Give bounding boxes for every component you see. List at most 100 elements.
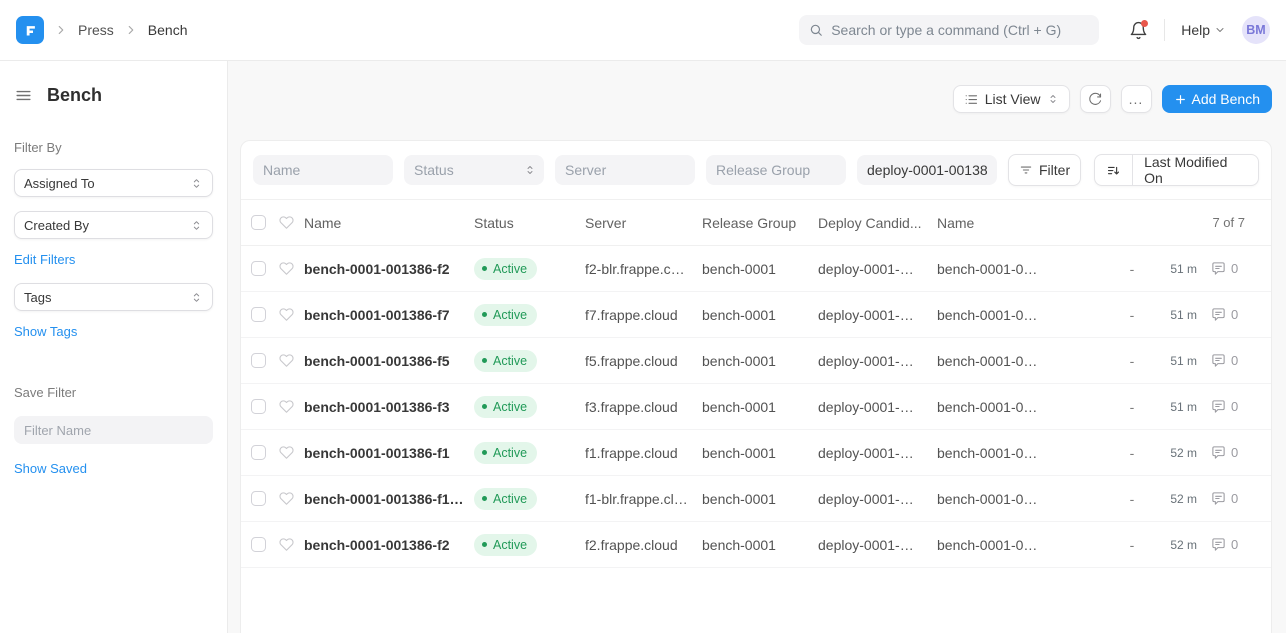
server-cell: f5.frappe.cloud [585,353,702,369]
bench-name[interactable]: bench-0001-001386-f7 [304,307,474,323]
comments-cell[interactable]: 0 [1197,537,1255,552]
plus-icon [1174,93,1187,106]
table-row[interactable]: bench-0001-001386-f2 Active f2-blr.frapp… [241,246,1271,292]
filter-sort-cluster: Filter Last Modified On [1008,154,1259,186]
row-checkbox[interactable] [251,445,266,460]
row-checkbox[interactable] [251,261,266,276]
release-group-cell: bench-0001 [702,353,818,369]
bench-name[interactable]: bench-0001-001386-f2 [304,261,474,277]
tags-select[interactable]: Tags [14,283,213,311]
chevron-updown-icon [190,219,203,232]
table-row[interactable]: bench-0001-001386-f7 Active f7.frappe.cl… [241,292,1271,338]
favorite-heart-icon[interactable] [279,445,304,460]
favorite-heart-icon[interactable] [279,491,304,506]
server-cell: f3.frappe.cloud [585,399,702,415]
assignee-dash-cell: - [1130,399,1135,415]
release-group-cell: bench-0001 [702,445,818,461]
row-checkbox[interactable] [251,537,266,552]
chevron-updown-icon [190,177,203,190]
bench-name[interactable]: bench-0001-001386-f1… [304,491,474,507]
comments-cell[interactable]: 0 [1197,353,1255,368]
name2-cell: bench-0001-0… [937,399,1117,415]
comment-count: 0 [1231,261,1238,276]
favorite-heart-icon[interactable] [279,307,304,322]
status-badge: Active [474,534,537,556]
bench-name[interactable]: bench-0001-001386-f3 [304,399,474,415]
hamburger-icon [14,86,33,105]
last-modified-cell: 52 m [1170,538,1197,552]
filter-button[interactable]: Filter [1008,154,1081,186]
edit-filters-link[interactable]: Edit Filters [14,252,75,267]
user-avatar[interactable]: BM [1242,16,1270,44]
server-cell: f1.frappe.cloud [585,445,702,461]
comment-count: 0 [1231,491,1238,506]
release-group-filter-input[interactable] [706,155,846,185]
comments-cell[interactable]: 0 [1197,399,1255,414]
column-header-deploy-candidate: Deploy Candid... [818,215,937,231]
name2-cell: bench-0001-0… [937,445,1117,461]
notifications-button[interactable] [1129,21,1148,40]
help-menu[interactable]: Help [1181,22,1226,38]
status-dot-icon [482,358,487,363]
comments-cell[interactable]: 0 [1197,445,1255,460]
show-tags-link[interactable]: Show Tags [14,324,77,339]
breadcrumb-bench[interactable]: Bench [148,22,188,38]
status-cell: Active [474,534,585,556]
status-cell: Active [474,488,585,510]
favorite-heart-icon[interactable] [279,353,304,368]
release-group-cell: bench-0001 [702,399,818,415]
comments-cell[interactable]: 0 [1197,261,1255,276]
assignee-dash-cell: - [1130,537,1135,553]
add-bench-button[interactable]: Add Bench [1162,85,1273,113]
created-by-select[interactable]: Created By [14,211,213,239]
show-saved-link[interactable]: Show Saved [14,461,87,476]
server-cell: f2.frappe.cloud [585,537,702,553]
row-checkbox[interactable] [251,491,266,506]
assignee-dash-cell: - [1130,445,1135,461]
row-checkbox[interactable] [251,353,266,368]
deploy-candidate-cell: deploy-0001-… [818,399,937,415]
sort-button[interactable]: Last Modified On [1094,154,1259,186]
favorite-heart-icon[interactable] [279,399,304,414]
select-all-checkbox[interactable] [251,215,266,230]
table-row[interactable]: bench-0001-001386-f5 Active f5.frappe.cl… [241,338,1271,384]
deploy-candidate-filter-input[interactable] [857,155,997,185]
bench-name[interactable]: bench-0001-001386-f2 [304,537,474,553]
comments-cell[interactable]: 0 [1197,307,1255,322]
command-search[interactable] [799,15,1099,45]
name2-cell: bench-0001-0… [937,353,1117,369]
table-row[interactable]: bench-0001-001386-f3 Active f3.frappe.cl… [241,384,1271,430]
refresh-button[interactable] [1080,85,1111,113]
column-header-name: Name [304,215,474,231]
comments-cell[interactable]: 0 [1197,491,1255,506]
last-modified-cell: 51 m [1170,308,1197,322]
navbar-right-cluster: Help BM [1129,16,1270,44]
table-row[interactable]: bench-0001-001386-f1… Active f1-blr.frap… [241,476,1271,522]
table-row[interactable]: bench-0001-001386-f2 Active f2.frappe.cl… [241,522,1271,568]
status-badge: Active [474,488,537,510]
assigned-to-select[interactable]: Assigned To [14,169,213,197]
bench-name[interactable]: bench-0001-001386-f1 [304,445,474,461]
server-filter-input[interactable] [555,155,695,185]
frappe-logo[interactable] [16,16,44,44]
chevron-right-icon [124,23,138,37]
name-filter-input[interactable] [253,155,393,185]
status-filter-select[interactable] [404,155,544,185]
breadcrumb-press[interactable]: Press [78,22,114,38]
column-header-status: Status [474,215,585,231]
chevron-down-icon [1214,24,1226,36]
table-row[interactable]: bench-0001-001386-f1 Active f1.frappe.cl… [241,430,1271,476]
favorite-heart-icon[interactable] [279,537,304,552]
row-checkbox[interactable] [251,399,266,414]
row-checkbox[interactable] [251,307,266,322]
filter-name-input[interactable] [14,416,213,444]
column-header-release-group: Release Group [702,215,818,231]
view-selector-button[interactable]: List View [953,85,1070,113]
more-options-button[interactable]: ... [1121,85,1152,113]
search-input[interactable] [831,22,1089,38]
favorite-heart-icon[interactable] [279,261,304,276]
ellipsis-icon: ... [1129,91,1144,107]
notification-dot [1141,20,1148,27]
bench-name[interactable]: bench-0001-001386-f5 [304,353,474,369]
sidebar-toggle-button[interactable] [14,86,33,105]
